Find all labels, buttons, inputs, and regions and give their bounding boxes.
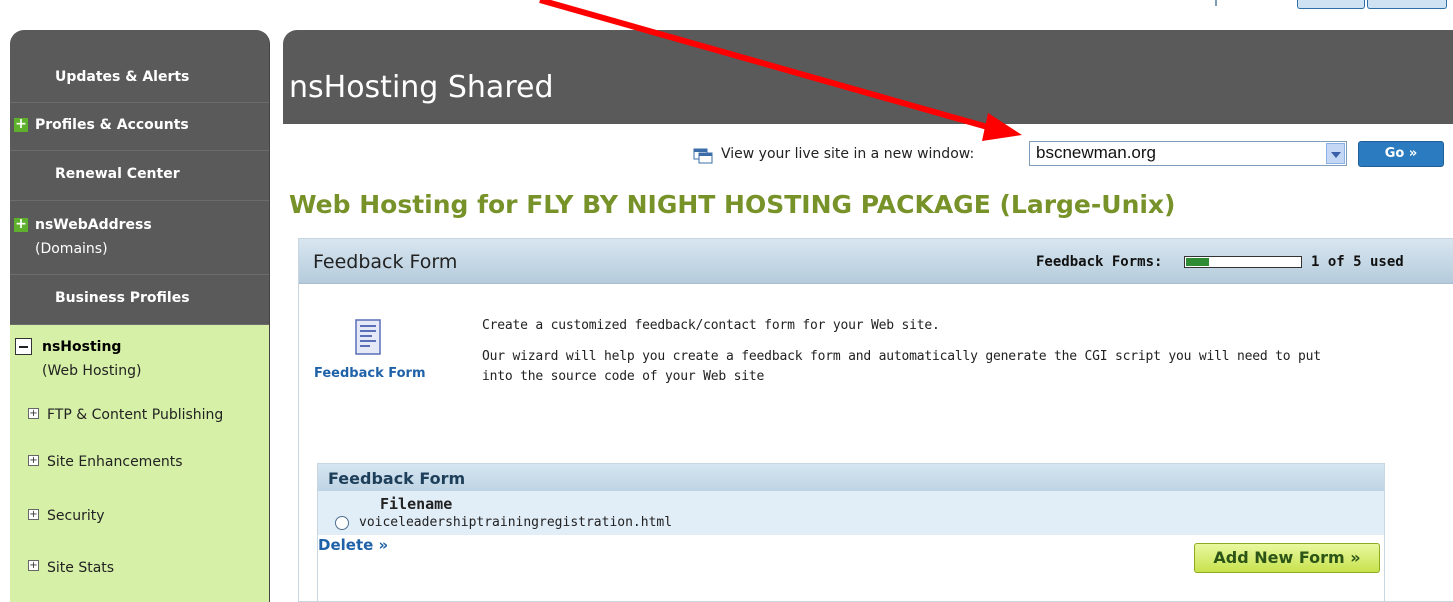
feedback-form-link[interactable]: Feedback Form (314, 366, 426, 381)
sidebar-item-label: Business Profiles (55, 290, 190, 306)
page-header: nsHosting Shared (283, 30, 1453, 124)
list-header: Feedback Form (318, 464, 1384, 491)
dropdown-arrow-icon[interactable] (1326, 143, 1345, 164)
go-button[interactable]: Go » (1358, 141, 1444, 167)
live-site-label: View your live site in a new window: (721, 146, 975, 162)
add-new-form-label: Add New Form (1213, 548, 1345, 567)
top-toolbar-fragment (1215, 0, 1453, 10)
sidebar-item-label: nsWebAddress (35, 217, 152, 233)
plus-icon[interactable]: + (28, 455, 39, 466)
sidebar-subitem-label: Site Stats (47, 560, 115, 576)
page-title: nsHosting Shared (289, 70, 554, 105)
site-select-value: bscnewman.org (1036, 143, 1157, 162)
plus-icon[interactable]: + (14, 117, 28, 132)
panel-header: Feedback Form Feedback Forms: 1 of 5 use… (299, 239, 1453, 284)
sidebar-subitem-site-stats[interactable]: + Site Stats (10, 539, 269, 602)
file-name: voiceleadershiptrainingregistration.html (359, 515, 673, 530)
feedback-description: Create a customized feedback/contact for… (482, 318, 940, 333)
feedback-panel: Feedback Form Feedback Forms: 1 of 5 use… (298, 238, 1453, 602)
sidebar-subitem-label: Security (47, 508, 105, 524)
hosting-heading: Web Hosting for FLY BY NIGHT HOSTING PAC… (289, 190, 1176, 219)
minus-icon[interactable] (15, 338, 32, 355)
plus-icon[interactable]: + (28, 509, 39, 520)
top-button-left[interactable] (1297, 0, 1365, 9)
add-new-form-button[interactable]: Add New Form » (1194, 543, 1380, 573)
divider (1215, 0, 1217, 6)
sidebar-item-business-profiles[interactable]: Business Profiles (10, 275, 269, 325)
sidebar-item-label: nsHosting (42, 339, 122, 355)
sidebar-item-label: Renewal Center (55, 166, 180, 182)
page: Updates & Alerts + Profiles & Accounts R… (0, 0, 1453, 602)
top-button-right[interactable] (1367, 0, 1447, 9)
radio-icon[interactable] (335, 516, 349, 530)
table-row: Filename voiceleadershiptrainingregistra… (318, 491, 1384, 535)
sidebar: Updates & Alerts + Profiles & Accounts R… (10, 30, 270, 602)
delete-link[interactable]: Delete » (318, 536, 388, 554)
sidebar-subitem-site-enhancements[interactable]: + Site Enhancements (10, 439, 269, 489)
sidebar-subitem-label: FTP & Content Publishing (47, 407, 224, 423)
usage-progress-bar (1184, 256, 1302, 268)
plus-icon[interactable]: + (14, 217, 28, 232)
filename-column-header: Filename (380, 495, 453, 513)
sidebar-item-nshosting[interactable]: nsHosting (Web Hosting) (10, 325, 269, 393)
double-chevron-icon: » (1350, 548, 1361, 567)
panel-title: Feedback Form (313, 251, 458, 273)
sidebar-item-nswebaddress[interactable]: + nsWebAddress (Domains) (10, 201, 269, 275)
feedback-list: Feedback Form Filename voiceleadershiptr… (317, 463, 1385, 602)
usage-label: Feedback Forms: (1036, 254, 1163, 270)
list-title: Feedback Form (328, 469, 466, 488)
sidebar-item-updates-alerts[interactable]: Updates & Alerts (10, 30, 269, 103)
sidebar-item-sublabel: (Web Hosting) (42, 363, 142, 379)
site-select[interactable]: bscnewman.org (1029, 141, 1347, 166)
sidebar-item-renewal-center[interactable]: Renewal Center (10, 151, 269, 201)
sidebar-item-label: Profiles & Accounts (35, 117, 189, 133)
plus-icon[interactable]: + (28, 408, 39, 419)
feedback-form-icon[interactable] (355, 319, 381, 355)
sidebar-subitem-ftp[interactable]: + FTP & Content Publishing (10, 393, 269, 439)
window-icon[interactable] (693, 148, 713, 164)
sidebar-subitem-label: Site Enhancements (47, 454, 183, 470)
main-content: nsHosting Shared View your live site in … (283, 30, 1453, 602)
usage-count: 1 of 5 used (1311, 254, 1404, 270)
sidebar-item-sublabel: (Domains) (35, 241, 108, 257)
sidebar-item-profiles-accounts[interactable]: + Profiles & Accounts (10, 103, 269, 151)
feedback-wizard-description: Our wizard will help you create a feedba… (482, 349, 1321, 384)
plus-icon[interactable]: + (28, 560, 39, 571)
usage-progress-fill (1186, 258, 1209, 266)
sidebar-subitem-security[interactable]: + Security (10, 489, 269, 539)
sidebar-item-label: Updates & Alerts (55, 69, 190, 85)
